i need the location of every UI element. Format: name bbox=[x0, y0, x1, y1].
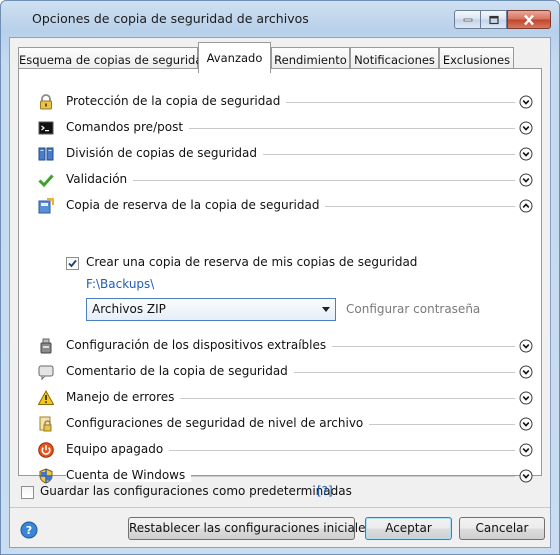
chevron-up-icon[interactable] bbox=[519, 199, 533, 213]
section-label: Comandos pre/post bbox=[66, 120, 190, 134]
section-apagado[interactable]: Equipo apagado bbox=[19, 437, 541, 463]
tab-label: Notificaciones bbox=[354, 53, 435, 67]
section-label: División de copias de seguridad bbox=[66, 146, 264, 160]
section-label: Manejo de errores bbox=[66, 390, 181, 404]
accept-button[interactable]: Aceptar bbox=[365, 517, 452, 540]
footer-divider bbox=[10, 507, 550, 508]
chevron-down-icon[interactable] bbox=[519, 147, 533, 161]
tab-label: Esquema de copias de seguridad bbox=[19, 53, 210, 67]
cancel-button[interactable]: Cancelar bbox=[459, 517, 545, 540]
split-icon bbox=[38, 147, 54, 161]
terminal-icon bbox=[38, 121, 54, 135]
dialog-body: Esquema de copias de seguridad Avanzado … bbox=[9, 37, 551, 548]
window-title: Opciones de copia de seguridad de archiv… bbox=[32, 11, 309, 26]
close-icon bbox=[524, 14, 534, 25]
section-label: Configuración de los dispositivos extraí… bbox=[66, 338, 333, 352]
app-icon bbox=[10, 11, 24, 25]
section-errores[interactable]: Manejo de errores bbox=[19, 385, 541, 411]
reserve-copy-checkbox-label[interactable]: Crear una copia de reserva de mis copias… bbox=[86, 255, 417, 269]
backup-path-link[interactable]: F:\Backups\ bbox=[86, 277, 154, 291]
section-label: Validación bbox=[66, 172, 134, 186]
section-comandos[interactable]: Comandos pre/post bbox=[19, 115, 541, 141]
reserve-copy-checkbox[interactable] bbox=[66, 257, 79, 270]
divider bbox=[66, 180, 515, 181]
chevron-down-icon[interactable] bbox=[519, 173, 533, 187]
tab-label: Exclusiones bbox=[442, 53, 511, 67]
save-as-default-checkbox[interactable] bbox=[21, 486, 34, 499]
reset-label: Restablecer las configuraciones iniciale… bbox=[129, 521, 372, 535]
section-label: Cuenta de Windows bbox=[66, 468, 192, 482]
dialog-window: Opciones de copia de seguridad de archiv… bbox=[0, 0, 560, 555]
lock-icon bbox=[40, 94, 52, 110]
checkmark-icon bbox=[38, 174, 54, 188]
comment-icon bbox=[38, 365, 54, 380]
chevron-down-icon[interactable] bbox=[519, 365, 533, 379]
power-icon bbox=[38, 442, 54, 458]
file-security-icon bbox=[39, 416, 52, 432]
format-select[interactable]: Archivos ZIP bbox=[86, 298, 336, 321]
check-mark-icon bbox=[68, 259, 77, 268]
reset-defaults-button[interactable]: Restablecer las configuraciones iniciale… bbox=[128, 517, 372, 540]
section-comentario[interactable]: Comentario de la copia de seguridad bbox=[19, 359, 541, 385]
chevron-down-icon[interactable] bbox=[519, 443, 533, 457]
help-icon[interactable]: ? bbox=[20, 521, 38, 539]
chevron-down-icon[interactable] bbox=[519, 339, 533, 353]
title-bar[interactable]: Opciones de copia de seguridad de archiv… bbox=[1, 1, 559, 37]
chevron-down-icon[interactable] bbox=[519, 391, 533, 405]
maximize-button[interactable] bbox=[481, 10, 507, 29]
accept-label: Aceptar bbox=[385, 521, 432, 535]
windows-shield-icon bbox=[39, 468, 53, 484]
help-link[interactable]: [?] bbox=[317, 484, 333, 498]
close-button[interactable] bbox=[507, 10, 551, 29]
section-label: Protección de la copia de seguridad bbox=[66, 94, 287, 108]
tab-avanzado[interactable]: Avanzado bbox=[198, 42, 271, 73]
section-label: Comentario de la copia de seguridad bbox=[66, 364, 294, 378]
section-label: Configuraciones de seguridad de nivel de… bbox=[66, 416, 370, 430]
usb-device-icon bbox=[40, 338, 52, 354]
section-copia-reserva[interactable]: Copia de reserva de la copia de segurida… bbox=[19, 193, 541, 219]
section-label: Equipo apagado bbox=[66, 442, 170, 456]
section-division[interactable]: División de copias de seguridad bbox=[19, 141, 541, 167]
minimize-button[interactable] bbox=[454, 10, 481, 29]
section-seguridad-archivo[interactable]: Configuraciones de seguridad de nivel de… bbox=[19, 411, 541, 437]
section-validacion[interactable]: Validación bbox=[19, 167, 541, 193]
format-select-value: Archivos ZIP bbox=[92, 302, 166, 316]
set-password-link: Configurar contraseña bbox=[346, 302, 481, 316]
warning-icon bbox=[38, 390, 54, 405]
tab-label: Avanzado bbox=[206, 51, 263, 65]
chevron-down-icon[interactable] bbox=[519, 469, 533, 483]
cancel-label: Cancelar bbox=[475, 521, 529, 535]
save-as-default-label[interactable]: Guardar las configuraciones como predete… bbox=[40, 484, 352, 498]
tab-label: Rendimiento bbox=[274, 53, 347, 67]
chevron-down-icon[interactable] bbox=[519, 417, 533, 431]
maximize-icon bbox=[488, 15, 499, 24]
advanced-panel: Protección de la copia de seguridad Coma… bbox=[18, 68, 542, 484]
minimize-icon bbox=[463, 18, 472, 21]
chevron-down-icon[interactable] bbox=[519, 121, 533, 135]
reserve-copy-icon bbox=[38, 198, 54, 214]
section-dispositivos[interactable]: Configuración de los dispositivos extraí… bbox=[19, 333, 541, 359]
chevron-down-icon[interactable] bbox=[519, 95, 533, 109]
dropdown-arrow-icon bbox=[322, 307, 330, 312]
svg-text:?: ? bbox=[26, 524, 32, 537]
section-label: Copia de reserva de la copia de segurida… bbox=[66, 198, 326, 212]
section-proteccion[interactable]: Protección de la copia de seguridad bbox=[19, 89, 541, 115]
